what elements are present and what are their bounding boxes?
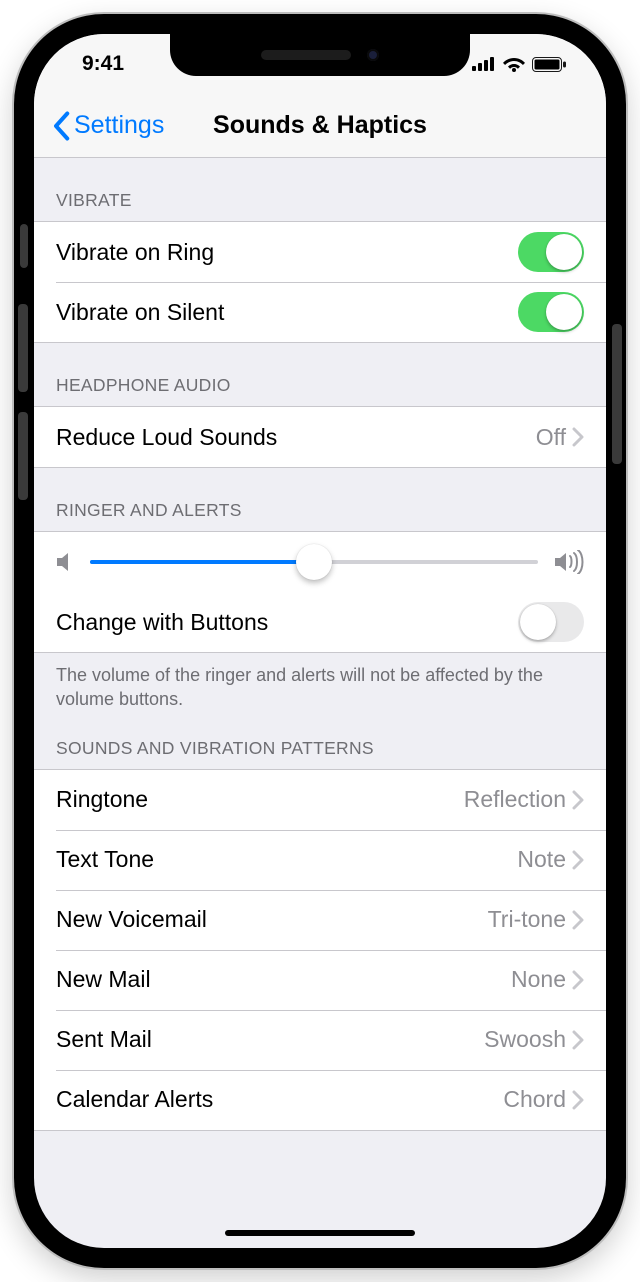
row-reduce-loud-sounds[interactable]: Reduce Loud Sounds Off: [34, 407, 606, 467]
phone-screen: 9:41: [34, 34, 606, 1248]
earpiece-speaker: [261, 50, 351, 60]
row-detail: Reflection: [464, 786, 566, 813]
row-detail: Swoosh: [484, 1026, 566, 1053]
section-header-ringer: Ringer and Alerts: [34, 468, 606, 531]
slider-knob[interactable]: [296, 544, 332, 580]
row-label: Ringtone: [56, 786, 464, 813]
toggle-vibrate-on-silent[interactable]: [518, 292, 584, 332]
power-button: [612, 324, 622, 464]
group-ringer: Change with Buttons: [34, 531, 606, 653]
section-header-headphone: Headphone Audio: [34, 343, 606, 406]
row-label: Text Tone: [56, 846, 517, 873]
row-vibrate-on-ring[interactable]: Vibrate on Ring: [34, 222, 606, 282]
speaker-low-icon: [56, 551, 74, 573]
row-sent-mail[interactable]: Sent MailSwoosh: [34, 1010, 606, 1070]
group-headphone: Reduce Loud Sounds Off: [34, 406, 606, 468]
mute-switch: [20, 224, 28, 268]
phone-bezel: 9:41: [30, 30, 610, 1252]
volume-up-button: [18, 304, 28, 392]
toggle-change-with-buttons[interactable]: [518, 602, 584, 642]
row-detail: Off: [536, 424, 566, 451]
row-label: Sent Mail: [56, 1026, 484, 1053]
row-label: Calendar Alerts: [56, 1086, 503, 1113]
group-patterns: RingtoneReflectionText ToneNoteNew Voice…: [34, 769, 606, 1131]
chevron-right-icon: [572, 1030, 584, 1050]
row-new-voicemail[interactable]: New VoicemailTri-tone: [34, 890, 606, 950]
volume-slider[interactable]: [90, 560, 538, 564]
page-title: Sounds & Haptics: [213, 111, 427, 140]
back-label: Settings: [74, 111, 164, 140]
cellular-icon: [472, 57, 496, 71]
row-text-tone[interactable]: Text ToneNote: [34, 830, 606, 890]
row-detail: Tri-tone: [488, 906, 566, 933]
row-label: Change with Buttons: [56, 609, 518, 636]
phone-frame: 9:41: [14, 14, 626, 1268]
section-header-patterns: Sounds and Vibration Patterns: [34, 716, 606, 769]
chevron-right-icon: [572, 1090, 584, 1110]
chevron-left-icon: [52, 111, 70, 141]
front-camera: [367, 49, 379, 61]
row-label: Reduce Loud Sounds: [56, 424, 536, 451]
wifi-icon: [503, 56, 525, 72]
status-time: 9:41: [82, 52, 124, 76]
chevron-right-icon: [572, 790, 584, 810]
row-vibrate-on-silent[interactable]: Vibrate on Silent: [34, 282, 606, 342]
row-label: Vibrate on Ring: [56, 239, 518, 266]
status-icons: [472, 56, 566, 72]
volume-down-button: [18, 412, 28, 500]
row-detail: None: [511, 966, 566, 993]
row-label: New Voicemail: [56, 906, 488, 933]
row-change-with-buttons[interactable]: Change with Buttons: [34, 592, 606, 652]
content-scroll[interactable]: Vibrate Vibrate on Ring Vibrate on Silen…: [34, 158, 606, 1248]
section-header-vibrate: Vibrate: [34, 158, 606, 221]
row-label: New Mail: [56, 966, 511, 993]
chevron-right-icon: [572, 910, 584, 930]
row-detail: Note: [517, 846, 566, 873]
chevron-right-icon: [572, 970, 584, 990]
row-ringtone[interactable]: RingtoneReflection: [34, 770, 606, 830]
group-vibrate: Vibrate on Ring Vibrate on Silent: [34, 221, 606, 343]
battery-icon: [532, 57, 566, 72]
row-label: Vibrate on Silent: [56, 299, 518, 326]
section-footer-ringer: The volume of the ringer and alerts will…: [34, 653, 606, 716]
chevron-right-icon: [572, 850, 584, 870]
row-detail: Chord: [503, 1086, 566, 1113]
notch: [170, 34, 470, 76]
chevron-right-icon: [572, 427, 584, 447]
row-volume-slider: [34, 532, 606, 592]
home-indicator[interactable]: [225, 1230, 415, 1236]
row-new-mail[interactable]: New MailNone: [34, 950, 606, 1010]
speaker-high-icon: [554, 550, 584, 574]
toggle-vibrate-on-ring[interactable]: [518, 232, 584, 272]
nav-bar: Settings Sounds & Haptics: [34, 94, 606, 158]
row-calendar-alerts[interactable]: Calendar AlertsChord: [34, 1070, 606, 1130]
back-button[interactable]: Settings: [52, 94, 164, 157]
